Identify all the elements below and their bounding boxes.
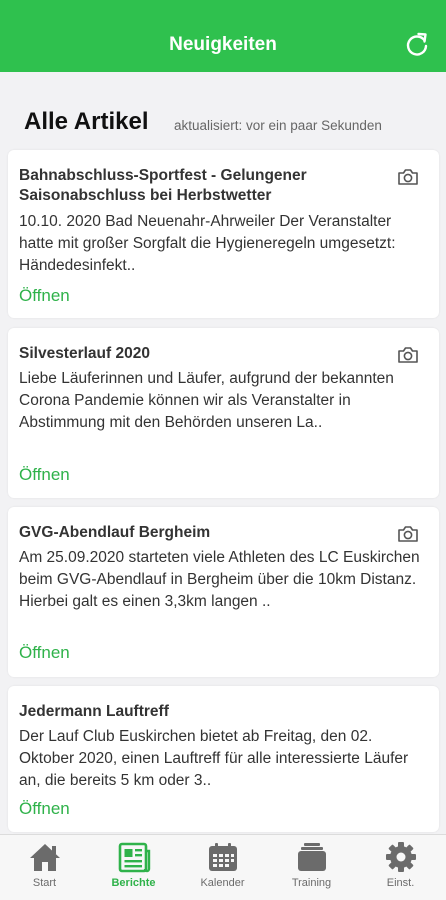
open-article-link[interactable]: Öffnen <box>19 799 70 819</box>
article-card[interactable]: Jedermann Lauftreff Der Lauf Club Euskir… <box>8 686 439 832</box>
article-excerpt: 10.10. 2020 Bad Neuenahr-Ahrweiler Der V… <box>19 213 396 274</box>
tab-label: Kalender <box>200 877 245 889</box>
tab-label: Training <box>291 877 332 889</box>
article-excerpt: Am 25.09.2020 starteten viele Athleten d… <box>19 549 420 610</box>
tab-label: Berichte <box>111 877 156 889</box>
tab-berichte[interactable]: Berichte <box>89 841 178 897</box>
camera-icon <box>398 347 418 363</box>
article-card[interactable]: Bahnabschluss-Sportfest - Gelungener Sai… <box>8 150 439 318</box>
open-article-link[interactable]: Öffnen <box>19 286 70 306</box>
app: Neuigkeiten Alle Artikel aktualisiert: v… <box>0 0 446 900</box>
tab-training[interactable]: Training <box>267 841 356 897</box>
gear-icon <box>385 842 416 872</box>
tab-label: Start <box>32 877 57 889</box>
tab-bar: Start Berichte Kalender Training Einst. <box>0 834 446 900</box>
tab-label: Einst. <box>386 877 415 889</box>
page-title: Neuigkeiten <box>169 34 277 55</box>
article-card[interactable]: Silvesterlauf 2020 Liebe Läuferinnen und… <box>8 328 439 498</box>
training-icon <box>297 843 326 871</box>
calendar-icon <box>208 843 237 871</box>
article-title: Bahnabschluss-Sportfest - Gelungener Sai… <box>19 167 307 204</box>
nav-header: Neuigkeiten <box>0 0 446 72</box>
article-title: GVG-Abendlauf Bergheim <box>19 524 211 541</box>
refresh-button[interactable] <box>402 30 432 60</box>
article-card[interactable]: GVG-Abendlauf Bergheim Am 25.09.2020 sta… <box>8 507 439 677</box>
tab-einstellungen[interactable]: Einst. <box>356 841 445 897</box>
article-excerpt: Der Lauf Club Euskirchen bietet ab Freit… <box>19 728 409 789</box>
home-icon <box>29 844 60 871</box>
camera-icon <box>398 526 418 542</box>
last-updated-text: aktualisiert: vor ein paar Sekunden <box>174 118 382 133</box>
tab-start[interactable]: Start <box>0 841 89 897</box>
article-title: Jedermann Lauftreff <box>19 703 169 720</box>
open-article-link[interactable]: Öffnen <box>19 643 70 663</box>
section-title: Alle Artikel <box>24 108 149 135</box>
section-header: Alle Artikel aktualisiert: vor ein paar … <box>0 100 446 144</box>
article-excerpt: Liebe Läuferinnen und Läufer, aufgrund d… <box>19 370 394 431</box>
open-article-link[interactable]: Öffnen <box>19 465 70 485</box>
article-title: Silvesterlauf 2020 <box>19 345 150 362</box>
camera-icon <box>398 169 418 185</box>
tab-kalender[interactable]: Kalender <box>178 841 267 897</box>
refresh-icon <box>406 32 428 56</box>
news-icon <box>118 842 150 873</box>
